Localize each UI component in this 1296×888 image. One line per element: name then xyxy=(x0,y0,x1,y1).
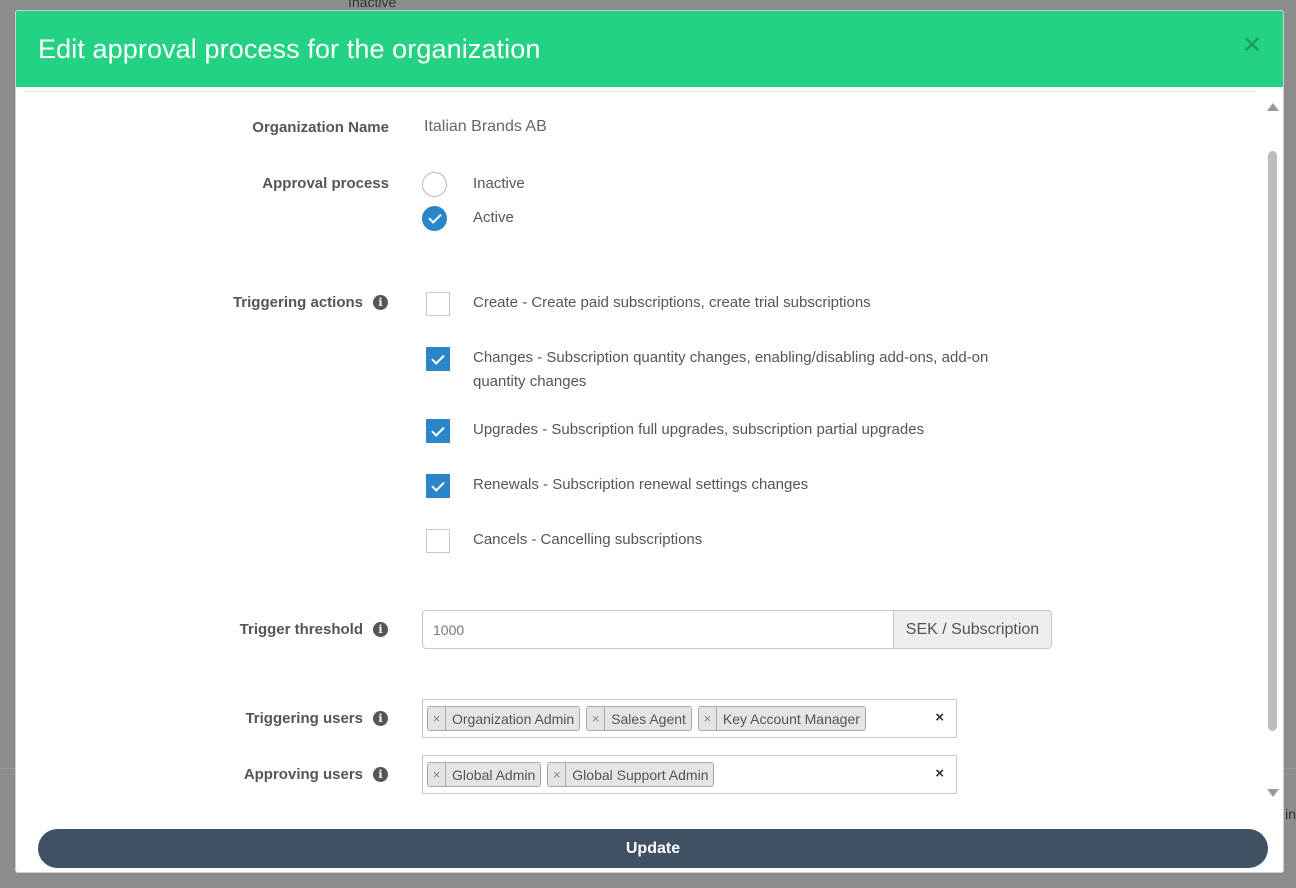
approval-process-modal: Edit approval process for the organizati… xyxy=(15,10,1284,873)
remove-tag-icon[interactable]: × xyxy=(699,707,717,730)
radio-inactive-button[interactable] xyxy=(422,172,447,197)
modal-scrollbar[interactable] xyxy=(1265,97,1279,797)
checkbox-upgrades[interactable] xyxy=(426,419,450,443)
scrollbar-thumb[interactable] xyxy=(1268,151,1277,731)
checkbox-upgrades-label[interactable]: Upgrades - Subscription full upgrades, s… xyxy=(473,418,1033,442)
approving-users-select[interactable]: × Global Admin × Global Support Admin × xyxy=(422,755,957,794)
checkbox-create-label[interactable]: Create - Create paid subscriptions, crea… xyxy=(473,291,1033,315)
checkbox-create[interactable] xyxy=(426,292,450,316)
scroll-down-icon[interactable] xyxy=(1267,789,1279,797)
header-divider xyxy=(24,87,1255,92)
tag-global-admin: × Global Admin xyxy=(427,762,542,787)
checkbox-changes[interactable] xyxy=(426,347,450,371)
remove-tag-icon[interactable]: × xyxy=(587,707,606,730)
tag-label: Organization Admin xyxy=(452,710,575,727)
trigger-threshold-label: Trigger threshold i xyxy=(240,621,388,638)
remove-tag-icon[interactable]: × xyxy=(428,707,446,730)
info-icon[interactable]: i xyxy=(373,767,388,782)
organization-name-row: Organization Name Italian Brands AB xyxy=(16,116,1256,140)
clear-all-icon[interactable]: × xyxy=(935,709,944,726)
radio-inactive[interactable] xyxy=(422,172,447,197)
approval-process-row: Approval process Inactive Active xyxy=(16,171,1256,241)
update-button[interactable]: Update xyxy=(38,829,1268,868)
tag-label: Global Admin xyxy=(452,766,536,783)
tag-key-account-manager: × Key Account Manager xyxy=(697,706,866,731)
triggering-actions-label: Triggering actions i xyxy=(233,294,388,311)
checkbox-renewals[interactable] xyxy=(426,474,450,498)
tag-label: Sales Agent xyxy=(611,710,686,727)
remove-tag-icon[interactable]: × xyxy=(428,763,446,786)
info-icon[interactable]: i xyxy=(373,295,388,310)
checkbox-changes-label[interactable]: Changes - Subscription quantity changes,… xyxy=(473,346,1033,394)
checkbox-renewals-label[interactable]: Renewals - Subscription renewal settings… xyxy=(473,473,1033,497)
background-edge-text: in xyxy=(1285,806,1296,822)
remove-tag-icon[interactable]: × xyxy=(548,763,567,786)
checkbox-cancels[interactable] xyxy=(426,529,450,553)
radio-active-label[interactable]: Active xyxy=(473,209,514,226)
trigger-threshold-group: SEK / Subscription xyxy=(422,610,1052,649)
approval-process-label: Approval process xyxy=(262,175,389,192)
checkbox-cancels-label[interactable]: Cancels - Cancelling subscriptions xyxy=(473,528,1033,552)
tag-label: Global Support Admin xyxy=(572,766,709,783)
info-icon[interactable]: i xyxy=(373,622,388,637)
background-status-text: Inactive xyxy=(348,0,397,10)
tag-organization-admin: × Organization Admin xyxy=(427,706,581,731)
triggering-actions-row: Triggering actions i Create - Create pai… xyxy=(16,290,1256,560)
info-icon[interactable]: i xyxy=(373,711,388,726)
threshold-unit-addon: SEK / Subscription xyxy=(893,610,1052,649)
modal-title: Edit approval process for the organizati… xyxy=(38,33,541,64)
tag-sales-agent: × Sales Agent xyxy=(586,706,692,731)
tag-label: Key Account Manager xyxy=(722,710,860,727)
radio-active-button[interactable] xyxy=(422,206,447,231)
organization-name-label: Organization Name xyxy=(252,119,389,136)
clear-all-icon[interactable]: × xyxy=(935,765,944,782)
organization-name-value: Italian Brands AB xyxy=(424,118,547,135)
triggering-users-select[interactable]: × Organization Admin × Sales Agent × Key… xyxy=(422,699,957,738)
modal-header: Edit approval process for the organizati… xyxy=(16,11,1283,87)
radio-active[interactable] xyxy=(422,206,447,231)
approving-users-label: Approving users i xyxy=(244,766,388,783)
trigger-threshold-input[interactable] xyxy=(422,610,893,649)
scroll-up-icon[interactable] xyxy=(1267,103,1279,111)
triggering-users-label: Triggering users i xyxy=(245,710,388,727)
close-icon[interactable]: ✕ xyxy=(1241,34,1263,58)
tag-global-support-admin: × Global Support Admin xyxy=(547,762,715,787)
radio-inactive-label[interactable]: Inactive xyxy=(473,175,525,192)
